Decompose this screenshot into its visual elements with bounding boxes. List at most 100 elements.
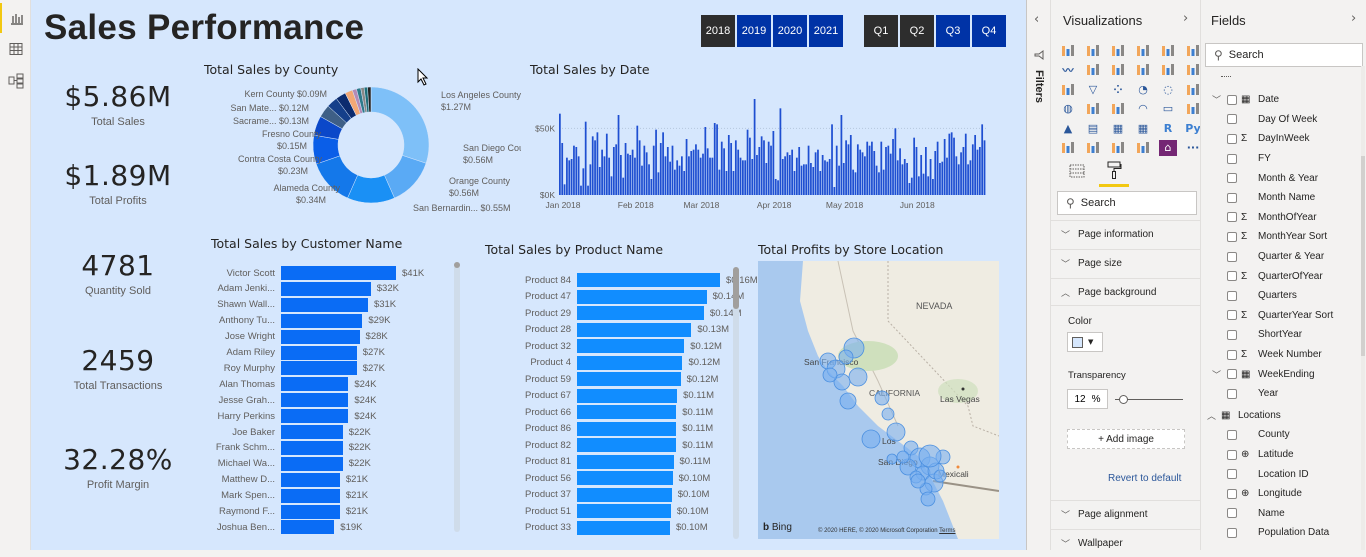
- section-page-size[interactable]: ﹀ Page size: [1051, 249, 1201, 277]
- field-checkbox[interactable]: [1227, 94, 1237, 105]
- bar-row[interactable]: Product 32 $0.12M: [525, 338, 722, 354]
- product-chart-scrollbar[interactable]: [733, 267, 739, 539]
- date-column[interactable]: [824, 160, 826, 195]
- date-column[interactable]: [749, 137, 751, 195]
- bar-row[interactable]: Jesse Grah... $24K: [219, 392, 377, 408]
- map-bubble[interactable]: [874, 390, 890, 406]
- date-column[interactable]: [742, 160, 744, 195]
- date-column[interactable]: [655, 129, 657, 195]
- date-column[interactable]: [561, 143, 564, 195]
- bar[interactable]: [281, 504, 340, 519]
- date-column[interactable]: [903, 159, 906, 195]
- date-column[interactable]: [922, 173, 925, 195]
- date-column[interactable]: [664, 156, 667, 195]
- date-column[interactable]: [669, 161, 672, 195]
- bar-row[interactable]: Product 56 $0.10M: [525, 470, 710, 486]
- slicer-button-2020[interactable]: 2020: [773, 15, 807, 47]
- card-visual-icon[interactable]: ▭: [1159, 101, 1177, 117]
- waterfall-visual-icon[interactable]: [1059, 81, 1077, 97]
- field-checkbox[interactable]: [1227, 329, 1237, 340]
- collapse-chevron-icon[interactable]: ‹: [1034, 12, 1039, 27]
- date-column[interactable]: [709, 157, 711, 195]
- section-page-alignment[interactable]: ﹀ Page alignment: [1051, 500, 1201, 528]
- key-influencers-visual-icon[interactable]: [1059, 140, 1077, 156]
- format-search-input[interactable]: ⚲ Search: [1057, 191, 1197, 215]
- date-column[interactable]: [648, 164, 650, 195]
- bar[interactable]: [281, 456, 343, 471]
- bar-row[interactable]: Victor Scott $41K: [227, 265, 424, 281]
- date-column[interactable]: [934, 151, 937, 195]
- bar[interactable]: [577, 471, 673, 485]
- date-column[interactable]: [957, 164, 960, 195]
- bar-row[interactable]: Matthew D... $21K: [222, 472, 368, 488]
- bar-row[interactable]: Adam Riley $27K: [226, 345, 385, 361]
- date-column[interactable]: [751, 159, 754, 195]
- date-column[interactable]: [941, 161, 944, 195]
- date-column[interactable]: [676, 160, 679, 195]
- date-column[interactable]: [913, 137, 916, 195]
- date-column[interactable]: [831, 124, 833, 195]
- date-column[interactable]: [718, 169, 721, 195]
- date-column[interactable]: [948, 133, 951, 195]
- shape-map-visual-icon[interactable]: [1109, 101, 1127, 117]
- bar[interactable]: [281, 345, 357, 360]
- field-item[interactable]: FY: [1201, 149, 1366, 169]
- date-column[interactable]: [777, 180, 779, 195]
- map-bubble[interactable]: [933, 469, 947, 483]
- date-column[interactable]: [786, 152, 789, 195]
- bar[interactable]: [281, 393, 349, 408]
- date-column[interactable]: [739, 157, 742, 195]
- date-column[interactable]: [826, 161, 829, 195]
- date-column[interactable]: [833, 187, 836, 195]
- section-page-information[interactable]: ﹀ Page information: [1051, 220, 1201, 248]
- field-item[interactable]: Year: [1201, 384, 1366, 404]
- date-column[interactable]: [713, 123, 716, 195]
- field-item[interactable]: Quarters: [1201, 286, 1366, 306]
- date-column[interactable]: [641, 165, 643, 195]
- date-column[interactable]: [805, 164, 808, 195]
- pie-visual-icon[interactable]: ◔: [1134, 81, 1152, 97]
- report-view-button[interactable]: [0, 3, 31, 33]
- filters-pane-collapsed[interactable]: ‹ Filters: [1026, 0, 1050, 550]
- bar-row[interactable]: Joe Baker $22K: [232, 424, 371, 440]
- field-checkbox[interactable]: [1227, 449, 1237, 460]
- date-column[interactable]: [800, 165, 803, 195]
- date-column[interactable]: [697, 149, 700, 195]
- bar-row[interactable]: Harry Perkins $24K: [217, 408, 377, 424]
- date-column[interactable]: [817, 149, 819, 195]
- date-column[interactable]: [725, 171, 728, 195]
- date-column-chart[interactable]: $0K $50K Jan 2018 Feb 2018 Mar 2018 Apr 2018 M…: [521, 85, 991, 215]
- date-column[interactable]: [847, 144, 850, 195]
- bar[interactable]: [281, 409, 349, 424]
- date-column[interactable]: [873, 151, 876, 195]
- smart-narrative-visual-icon[interactable]: [1134, 140, 1152, 156]
- date-column[interactable]: [568, 160, 571, 195]
- date-column[interactable]: [915, 147, 918, 195]
- date-column[interactable]: [659, 143, 662, 195]
- slicer-button-q2[interactable]: Q2: [900, 15, 934, 47]
- map-visual-icon[interactable]: ◍: [1059, 101, 1077, 117]
- bar-row[interactable]: Product 66 $0.11M: [525, 404, 713, 420]
- field-checkbox[interactable]: [1227, 369, 1237, 380]
- field-item[interactable]: Σ QuarterYear Sort: [1201, 306, 1366, 326]
- field-item[interactable]: Σ MonthOfYear: [1201, 208, 1366, 228]
- bar[interactable]: [577, 306, 704, 320]
- date-column[interactable]: [936, 141, 939, 195]
- date-column[interactable]: [943, 139, 946, 195]
- date-column[interactable]: [866, 141, 869, 195]
- bar[interactable]: [577, 520, 670, 535]
- date-column[interactable]: [932, 179, 934, 195]
- county-donut-chart[interactable]: Los Angeles County$1.27M San Diego County…: [201, 80, 521, 220]
- date-column[interactable]: [601, 149, 603, 195]
- date-column[interactable]: [575, 147, 578, 195]
- map-bubble[interactable]: [886, 422, 906, 442]
- date-column[interactable]: [631, 149, 634, 195]
- date-column[interactable]: [563, 184, 566, 195]
- field-checkbox[interactable]: [1227, 212, 1237, 223]
- donut-visual-icon[interactable]: ◌: [1159, 81, 1177, 97]
- date-column[interactable]: [819, 171, 822, 195]
- date-column[interactable]: [767, 141, 770, 195]
- date-column[interactable]: [723, 148, 725, 195]
- date-column[interactable]: [878, 172, 880, 195]
- format-tab[interactable]: [1099, 161, 1129, 187]
